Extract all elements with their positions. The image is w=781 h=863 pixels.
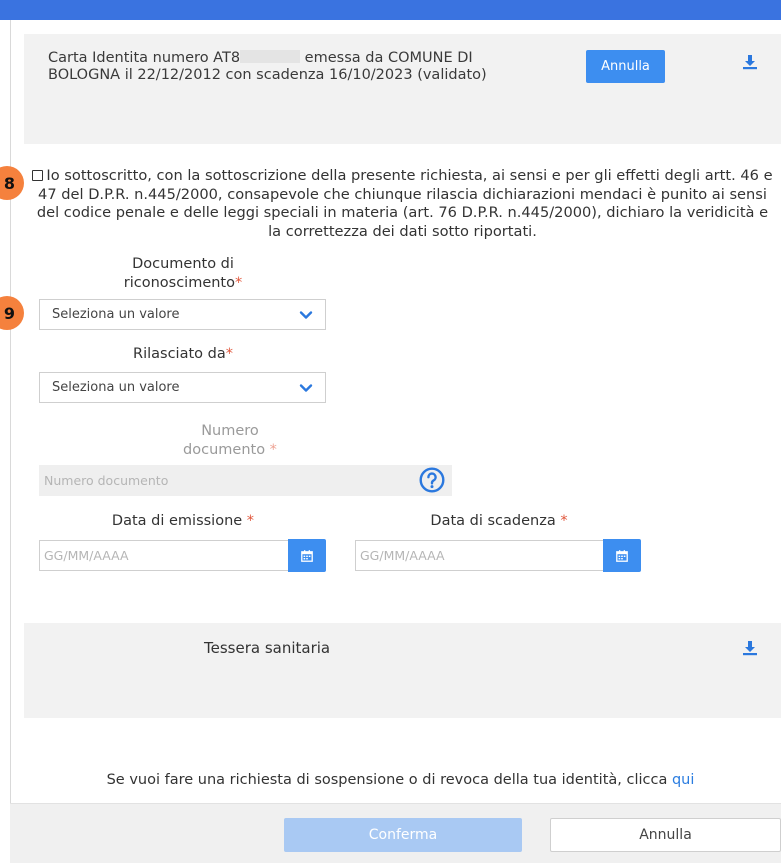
issued-by-label: Rilasciato da* — [133, 346, 233, 362]
suspension-note-text: Se vuoi fare una richiesta di sospension… — [106, 772, 672, 788]
document-type-select[interactable]: Seleziona un valore — [39, 299, 326, 330]
identity-card-number: Carta Identita numero AT8 — [48, 50, 241, 66]
step-badge-8: 8 — [0, 166, 24, 200]
issued-by-value: Seleziona un valore — [52, 380, 180, 395]
document-type-value: Seleziona un valore — [52, 307, 180, 322]
suspension-link[interactable]: qui — [672, 772, 694, 788]
calendar-icon — [616, 549, 628, 562]
issued-by-select[interactable]: Seleziona un valore — [39, 372, 326, 403]
suspension-note: Se vuoi fare una richiesta di sospension… — [0, 772, 781, 788]
expiry-date-label: Data di scadenza * — [430, 513, 568, 529]
declaration-block: Io sottoscritto, con la sottoscrizione d… — [30, 167, 775, 241]
calendar-icon — [301, 549, 313, 562]
identity-card-panel: Carta Identita numero AT8 emessa da COMU… — [24, 34, 781, 144]
issue-date-input[interactable]: GG/MM/AAAA — [39, 540, 289, 571]
chevron-down-icon — [299, 384, 313, 392]
left-divider — [10, 20, 11, 863]
document-number-input[interactable]: Numero documento — [39, 465, 452, 496]
document-type-label: Documento di riconoscimento* — [123, 256, 243, 291]
download-icon[interactable] — [742, 640, 758, 656]
confirm-button[interactable]: Conferma — [284, 818, 522, 852]
top-bar — [0, 0, 781, 20]
cancel-identity-card-button[interactable]: Annulla — [586, 50, 665, 83]
help-icon[interactable] — [419, 467, 445, 493]
step-badge-9: 9 — [0, 296, 24, 330]
declaration-text: Io sottoscritto, con la sottoscrizione d… — [36, 167, 773, 240]
health-card-panel: Tessera sanitaria — [24, 623, 781, 718]
health-card-title: Tessera sanitaria — [204, 639, 331, 657]
download-icon[interactable] — [742, 54, 758, 70]
chevron-down-icon — [299, 311, 313, 319]
issue-date-placeholder: GG/MM/AAAA — [44, 548, 129, 563]
expiry-date-placeholder: GG/MM/AAAA — [360, 548, 445, 563]
cancel-button[interactable]: Annulla — [550, 818, 781, 852]
expiry-date-input[interactable]: GG/MM/AAAA — [355, 540, 605, 571]
issue-date-label: Data di emissione * — [111, 513, 255, 529]
document-number-placeholder: Numero documento — [44, 473, 169, 488]
expiry-date-calendar-button[interactable] — [603, 539, 641, 572]
redacted-number — [240, 50, 301, 63]
document-number-label: Numero documento * — [183, 423, 277, 458]
declaration-checkbox[interactable] — [32, 170, 44, 181]
issue-date-calendar-button[interactable] — [288, 539, 326, 572]
identity-card-description: Carta Identita numero AT8 emessa da COMU… — [48, 50, 548, 84]
